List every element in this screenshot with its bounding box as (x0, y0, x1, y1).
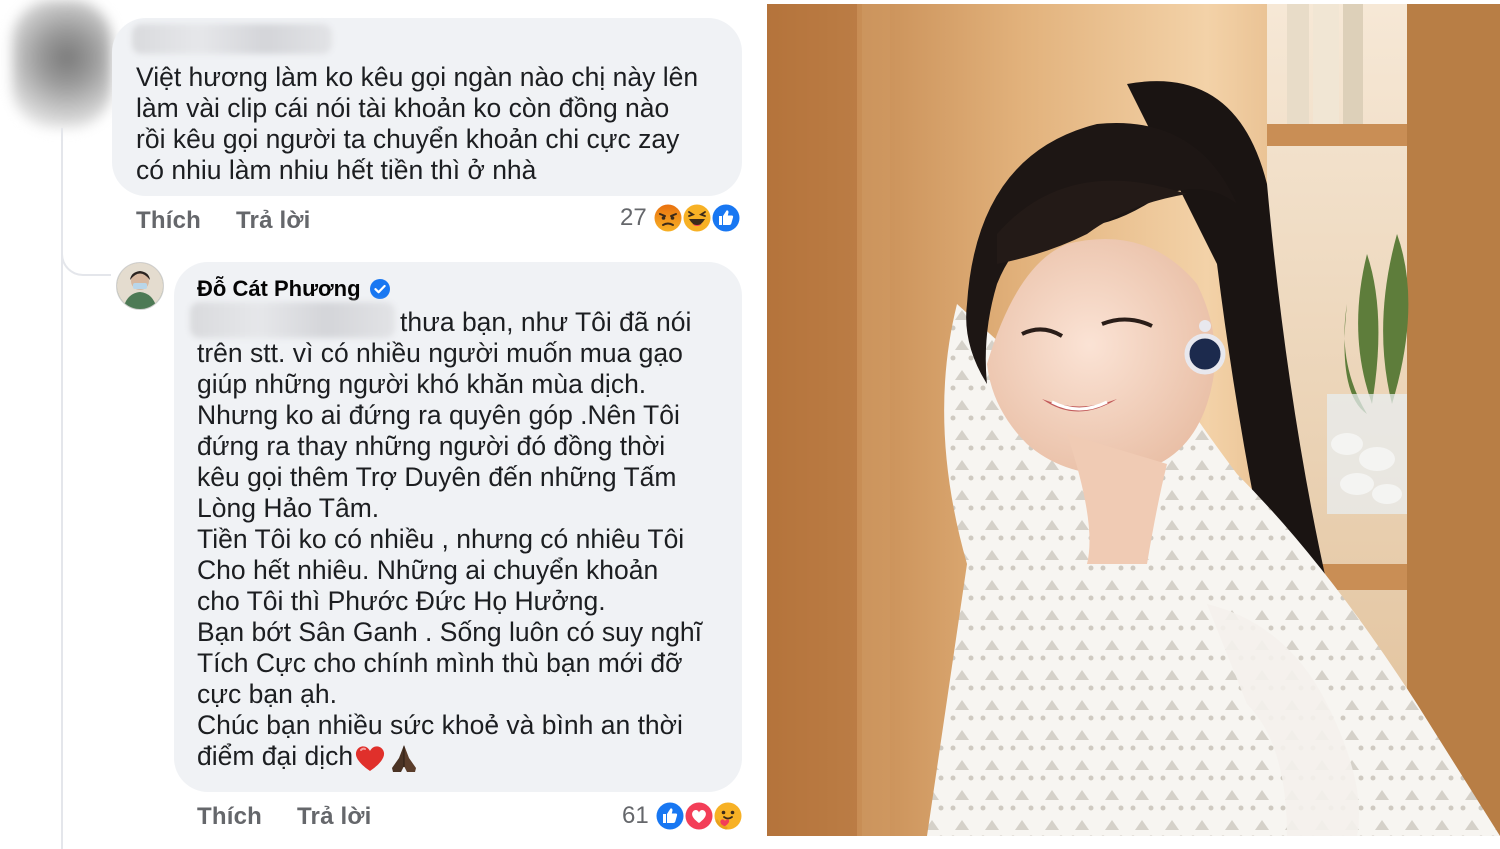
like-icon (710, 203, 741, 233)
commenter-name-blurred[interactable] (132, 24, 332, 54)
like-link[interactable]: Thích (136, 207, 201, 235)
reaction-count: 27 (620, 204, 647, 231)
angry-icon (652, 203, 683, 233)
heart-emoji (356, 746, 385, 771)
like-link[interactable]: Thích (197, 803, 262, 831)
haha-icon (681, 203, 712, 233)
comment-body: thưa bạn, như Tôi đã nói trên stt. vì có… (197, 307, 703, 771)
commenter-avatar-blurred[interactable] (12, 0, 112, 128)
verified-badge-icon (369, 279, 390, 299)
portrait-illustration (767, 4, 1500, 836)
reaction-summary[interactable]: 27 (620, 202, 742, 234)
reaction-summary[interactable]: 61 (622, 800, 744, 832)
comment-text: Việt hương làm ko kêu gọi ngàn nào chị n… (136, 62, 699, 185)
love-icon (683, 801, 714, 831)
like-icon (654, 801, 685, 831)
portrait-photo (767, 4, 1500, 836)
comment-text: thưa bạn, như Tôi đã nói trên stt. vì có… (197, 307, 737, 774)
comment-thread: Việt hương làm ko kêu gọi ngàn nào chị n… (0, 0, 768, 849)
care-icon (712, 801, 743, 831)
commenter-name[interactable]: Đỗ Cát Phương (197, 276, 361, 302)
praying-hands-emoji (392, 745, 417, 772)
reaction-count: 61 (622, 802, 649, 829)
reply-link[interactable]: Trả lời (297, 803, 372, 831)
thread-line (61, 128, 63, 849)
commenter-header: Đỗ Cát Phương (197, 276, 391, 302)
commenter-avatar[interactable] (116, 262, 164, 310)
reply-link[interactable]: Trả lời (236, 207, 311, 235)
avatar-image (117, 263, 163, 309)
thread-connector (61, 238, 111, 276)
